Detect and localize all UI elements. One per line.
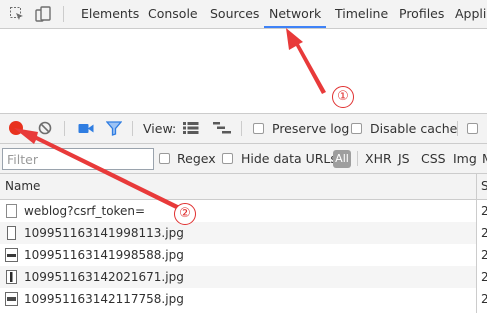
clear-icon[interactable] [38, 121, 52, 135]
requests-table-header: Name S [0, 174, 487, 200]
toolbar-divider [357, 151, 358, 166]
filter-css-button[interactable]: CSS [421, 144, 446, 173]
view-label: View: [143, 121, 177, 136]
image-thumbnail-icon [5, 292, 18, 306]
regex-checkbox[interactable] [159, 153, 170, 164]
filter-all-button[interactable]: All [333, 150, 351, 168]
toolbar-divider [457, 121, 458, 136]
tab-network[interactable]: Network [264, 0, 327, 28]
request-status: 2 [481, 248, 487, 262]
image-thumbnail-icon [7, 226, 16, 240]
name-column-header[interactable]: Name [5, 174, 40, 199]
image-thumbnail-icon [6, 270, 17, 284]
large-rows-icon[interactable] [183, 122, 199, 134]
request-name: weblog?csrf_token= [24, 204, 146, 218]
regex-label: Regex [177, 151, 216, 166]
tab-sources[interactable]: Sources [210, 0, 259, 28]
inspect-element-icon[interactable] [9, 6, 25, 22]
filter-js-button[interactable]: JS [398, 144, 410, 173]
table-row[interactable]: 109951163142117758.jpg [0, 288, 476, 310]
tab-profiles[interactable]: Profiles [399, 0, 444, 28]
filter-input[interactable] [2, 148, 154, 170]
document-icon [6, 204, 17, 218]
table-row[interactable]: weblog?csrf_token= [0, 200, 476, 222]
filter-img-button[interactable]: Img [453, 144, 477, 173]
request-status: 2 [481, 204, 487, 218]
toolbar-divider [63, 6, 64, 22]
tab-application[interactable]: Appli [455, 0, 486, 28]
disable-cache-label: Disable cache [370, 121, 458, 136]
blank-panel-area [0, 29, 487, 113]
toolbar-divider [241, 121, 242, 136]
filter-media-button[interactable]: M [482, 144, 487, 173]
device-mode-icon[interactable] [35, 6, 51, 22]
filter-bar: Regex Hide data URLs All XHR JS CSS Img … [0, 144, 487, 174]
request-status: 2 [481, 270, 487, 284]
request-name: 109951163142117758.jpg [24, 292, 184, 306]
request-status: 2 [481, 292, 487, 306]
column-divider[interactable] [476, 174, 477, 313]
network-toolbar: View: Preserve log Disable cache [0, 113, 487, 144]
toolbar-divider [64, 121, 65, 136]
preserve-log-checkbox[interactable] [253, 123, 264, 134]
disable-cache-checkbox[interactable] [351, 123, 362, 134]
filter-xhr-button[interactable]: XHR [365, 144, 392, 173]
toolbar-divider [132, 121, 133, 136]
tab-console[interactable]: Console [148, 0, 198, 28]
devtools-tab-bar: Elements Console Sources Network Timelin… [0, 0, 487, 29]
tab-timeline[interactable]: Timeline [335, 0, 388, 28]
capture-screenshots-icon[interactable] [78, 122, 94, 135]
overview-waterfall-icon[interactable] [213, 122, 231, 134]
hide-data-urls-label: Hide data URLs [241, 151, 337, 166]
request-status: 2 [481, 226, 487, 240]
table-row[interactable]: 109951163141998113.jpg [0, 222, 476, 244]
offline-checkbox[interactable] [467, 123, 478, 134]
filter-funnel-icon[interactable] [106, 121, 122, 136]
request-name: 109951163141998113.jpg [24, 226, 184, 240]
record-button[interactable] [9, 121, 23, 135]
request-name: 109951163142021671.jpg [24, 270, 184, 284]
tab-elements[interactable]: Elements [81, 0, 139, 28]
preserve-log-label: Preserve log [272, 121, 350, 136]
hide-data-urls-checkbox[interactable] [222, 153, 233, 164]
annotation-marker-1: ① [332, 86, 354, 108]
request-name: 109951163141998588.jpg [24, 248, 184, 262]
table-row[interactable]: 109951163141998588.jpg [0, 244, 476, 266]
annotation-marker-2: ② [174, 203, 196, 225]
status-column-header[interactable]: S [481, 174, 487, 199]
image-thumbnail-icon [5, 248, 18, 262]
table-row[interactable]: 109951163142021671.jpg [0, 266, 476, 288]
